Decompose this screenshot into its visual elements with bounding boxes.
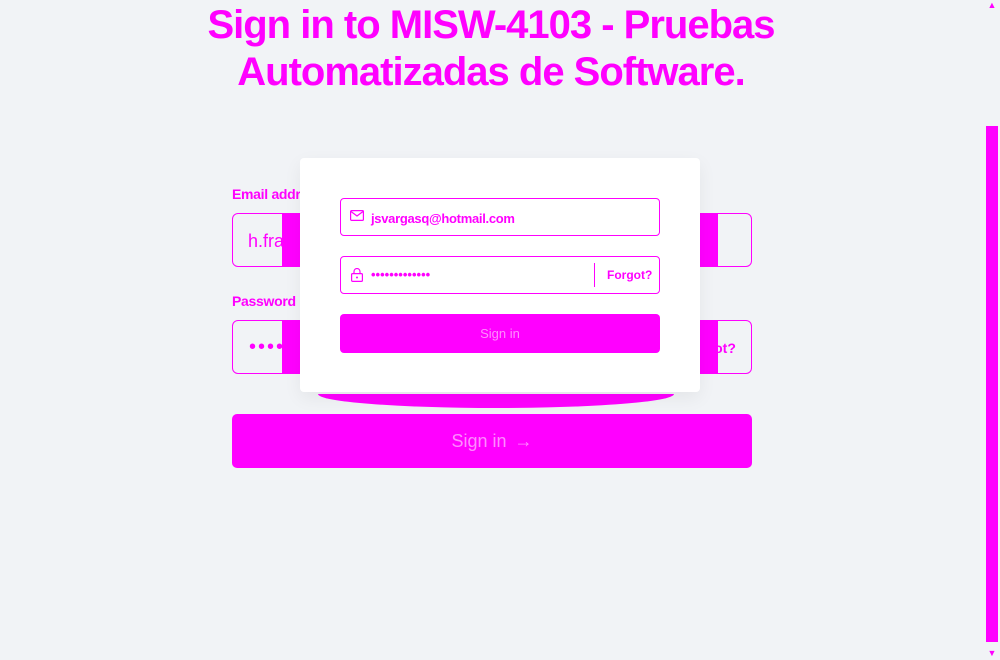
lock-icon <box>351 268 363 282</box>
artifact-shadow <box>318 394 674 408</box>
overlay-password-divider <box>594 263 595 287</box>
overlay-sign-in-label: Sign in <box>480 326 520 341</box>
scrollbar-thumb[interactable] <box>986 126 998 642</box>
overlay-password-mask: ••••••••••••• <box>371 267 431 282</box>
overlay-sign-in-button[interactable]: Sign in <box>340 314 660 353</box>
artifact-bar <box>282 213 300 267</box>
overlay-password-field[interactable]: ••••••••••••• Forgot? <box>340 256 660 294</box>
page-title: Sign in to MISW-4103 - Pruebas Automatiz… <box>207 3 775 94</box>
sign-in-button[interactable]: Sign in → <box>232 414 752 468</box>
scroll-up-icon[interactable]: ▲ <box>986 0 998 10</box>
artifact-bar <box>700 213 718 267</box>
scroll-down-icon[interactable]: ▼ <box>986 648 998 658</box>
mail-icon <box>350 210 364 221</box>
artifact-bar <box>700 320 718 374</box>
artifact-bar <box>282 320 300 374</box>
overlay-email-value: jsvargasq@hotmail.com <box>371 211 515 226</box>
sign-in-label: Sign in <box>451 430 507 451</box>
overlay-forgot-link[interactable]: Forgot? <box>607 268 652 282</box>
password-label: Password <box>232 293 296 309</box>
overlay-email-field[interactable]: jsvargasq@hotmail.com <box>340 198 660 236</box>
arrow-right-icon: → <box>514 430 533 451</box>
